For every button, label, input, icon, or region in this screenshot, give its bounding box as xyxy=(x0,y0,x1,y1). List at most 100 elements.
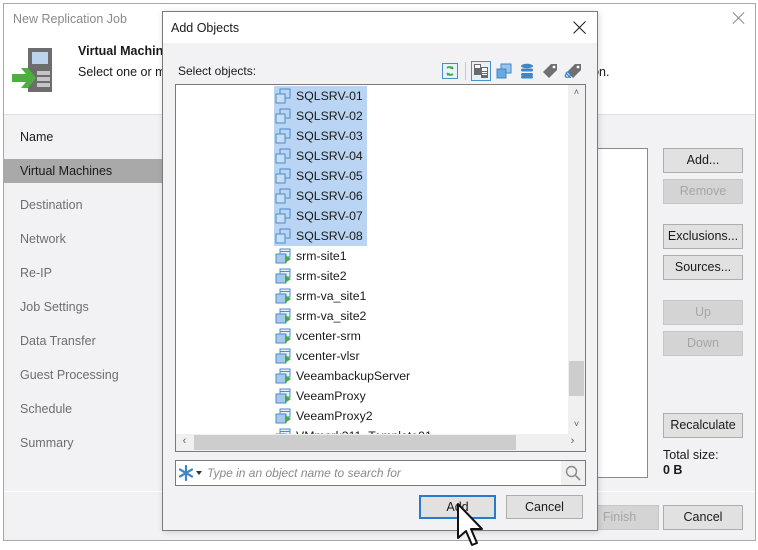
search-filter-dropdown[interactable] xyxy=(178,463,206,483)
add-objects-dialog: Add Objects Select objects: & SQLSRV-01 S… xyxy=(162,11,598,531)
vms-and-templates-view-icon[interactable] xyxy=(494,61,514,81)
tree-item-label: SQLSRV-04 xyxy=(296,149,363,163)
tags-view-icon[interactable] xyxy=(540,61,560,81)
nav-step-re-ip[interactable]: Re-IP xyxy=(4,261,163,285)
tree-item[interactable]: SQLSRV-04 xyxy=(274,146,367,166)
search-button[interactable] xyxy=(561,461,585,485)
tree-item[interactable]: srm-va_site1 xyxy=(274,286,370,306)
dialog-close-icon[interactable] xyxy=(573,20,587,34)
vertical-scroll-thumb[interactable] xyxy=(569,361,584,396)
vm-running-icon xyxy=(275,308,291,324)
vm-running-icon xyxy=(275,348,291,364)
vm-running-icon xyxy=(275,248,291,264)
tree-item-label: VeeamProxy xyxy=(296,389,366,403)
nav-step-destination[interactable]: Destination xyxy=(4,193,163,217)
sources-button[interactable]: Sources... xyxy=(663,255,743,280)
select-objects-label: Select objects: xyxy=(178,64,257,78)
exclusions-button[interactable]: Exclusions... xyxy=(663,224,743,249)
scroll-down-icon[interactable]: ˅ xyxy=(568,419,585,429)
scroll-right-icon[interactable]: › xyxy=(564,435,581,447)
tree-item-label: srm-va_site1 xyxy=(296,289,367,303)
nav-step-network[interactable]: Network xyxy=(4,227,163,251)
tree-item[interactable]: SQLSRV-05 xyxy=(274,166,367,186)
tree-item[interactable]: SQLSRV-03 xyxy=(274,126,367,146)
tree-item[interactable]: SQLSRV-06 xyxy=(274,186,367,206)
vertical-scrollbar[interactable]: ˄ ˅ xyxy=(568,85,585,435)
tree-item-label: vcenter-vlsr xyxy=(296,349,360,363)
chevron-down-icon xyxy=(196,471,202,475)
dialog-add-button[interactable]: Add xyxy=(419,495,496,519)
vm-group-icon xyxy=(275,148,291,164)
vm-running-icon xyxy=(275,388,291,404)
tree-item-label: SQLSRV-02 xyxy=(296,109,363,123)
tree-item-label: SQLSRV-07 xyxy=(296,209,363,223)
toolbar-separator xyxy=(465,62,466,80)
horizontal-scrollbar[interactable]: ‹ › xyxy=(176,434,585,451)
tree-item[interactable]: SQLSRV-02 xyxy=(274,106,367,126)
wizard-steps-nav: Name Virtual Machines Destination Networ… xyxy=(4,115,163,493)
tree-item-label: SQLSRV-03 xyxy=(296,129,363,143)
vm-running-icon xyxy=(275,408,291,424)
refresh-icon[interactable] xyxy=(440,61,460,81)
object-search-input[interactable] xyxy=(207,462,557,484)
search-icon xyxy=(565,465,581,481)
tree-item[interactable]: srm-va_site2 xyxy=(274,306,370,326)
tree-item[interactable]: VeeamProxy2 xyxy=(274,406,377,426)
dialog-titlebar: Add Objects xyxy=(163,12,597,43)
object-search-box xyxy=(175,460,586,486)
object-tree[interactable]: SQLSRV-01 SQLSRV-02 SQLSRV-03 SQLSRV-04 SQLS… xyxy=(175,84,586,452)
tags-and-objects-view-icon[interactable]: & xyxy=(563,61,583,81)
wizard-cancel-button[interactable]: Cancel xyxy=(663,505,743,530)
move-up-button[interactable]: Up xyxy=(663,300,743,325)
tree-item[interactable]: vcenter-vlsr xyxy=(274,346,364,366)
nav-step-guest-processing[interactable]: Guest Processing xyxy=(4,363,163,387)
move-down-button[interactable]: Down xyxy=(663,331,743,356)
tree-item-label: srm-site1 xyxy=(296,249,347,263)
tree-item[interactable]: VeeambackupServer xyxy=(274,366,414,386)
svg-text:&: & xyxy=(564,71,572,79)
tree-item[interactable]: VeeamProxy xyxy=(274,386,370,406)
nav-step-schedule[interactable]: Schedule xyxy=(4,397,163,421)
tree-item-label: srm-site2 xyxy=(296,269,347,283)
vm-group-icon xyxy=(275,228,291,244)
hosts-and-clusters-view-icon[interactable] xyxy=(471,61,491,81)
nav-step-name[interactable]: Name xyxy=(4,125,163,149)
total-size-label: Total size: xyxy=(663,448,719,462)
tree-item[interactable]: SQLSRV-07 xyxy=(274,206,367,226)
scroll-left-icon[interactable]: ‹ xyxy=(176,435,193,447)
dialog-cancel-button[interactable]: Cancel xyxy=(506,495,583,519)
recalculate-button[interactable]: Recalculate xyxy=(663,413,743,438)
tree-item-label: SQLSRV-08 xyxy=(296,229,363,243)
remove-vm-button[interactable]: Remove xyxy=(663,179,743,204)
vm-group-icon xyxy=(275,168,291,184)
total-size-value: 0 B xyxy=(663,463,683,477)
close-icon[interactable] xyxy=(732,11,746,25)
tree-item[interactable]: vcenter-srm xyxy=(274,326,365,346)
tree-item-label: SQLSRV-01 xyxy=(296,89,363,103)
dialog-title: Add Objects xyxy=(171,21,240,35)
nav-step-job-settings[interactable]: Job Settings xyxy=(4,295,163,319)
tree-item[interactable]: srm-site2 xyxy=(274,266,351,286)
window-title: New Replication Job xyxy=(13,12,127,26)
tree-item[interactable]: SQLSRV-01 xyxy=(274,86,367,106)
tree-item-label: SQLSRV-05 xyxy=(296,169,363,183)
selected-vms-list[interactable] xyxy=(591,148,648,478)
vm-running-icon xyxy=(275,328,291,344)
nav-step-summary[interactable]: Summary xyxy=(4,431,163,455)
nav-step-virtual-machines[interactable]: Virtual Machines xyxy=(4,159,163,183)
tree-item[interactable]: SQLSRV-08 xyxy=(274,226,367,246)
tree-item-label: srm-va_site2 xyxy=(296,309,367,323)
vm-running-icon xyxy=(275,268,291,284)
datastores-view-icon[interactable] xyxy=(517,61,537,81)
vm-running-icon xyxy=(275,368,291,384)
vm-group-icon xyxy=(275,208,291,224)
nav-step-data-transfer[interactable]: Data Transfer xyxy=(4,329,163,353)
tree-item-label: VeeambackupServer xyxy=(296,369,411,383)
vm-group-icon xyxy=(275,88,291,104)
tree-item[interactable]: srm-site1 xyxy=(274,246,351,266)
tree-item-label: VeeamProxy2 xyxy=(296,409,373,423)
vm-group-icon xyxy=(275,128,291,144)
horizontal-scroll-thumb[interactable] xyxy=(194,435,516,450)
add-vm-button[interactable]: Add... xyxy=(663,148,743,173)
scroll-up-icon[interactable]: ˄ xyxy=(568,87,585,97)
